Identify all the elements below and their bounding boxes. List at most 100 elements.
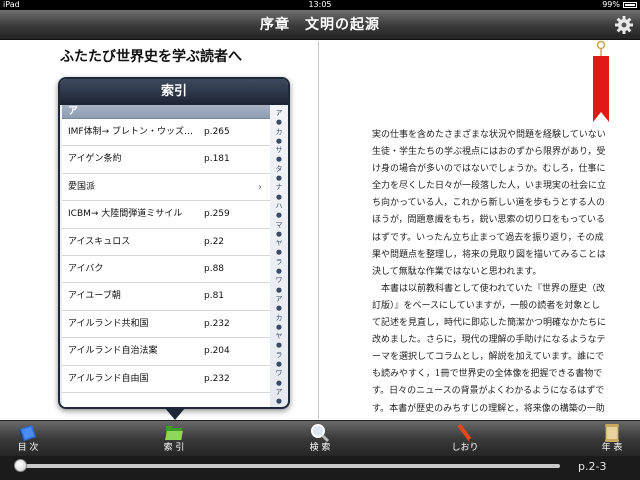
body-line: 全力を尽くした日々が一段落した人，いま現実の社会に立 (372, 181, 607, 192)
rail-letter[interactable]: サ (270, 146, 288, 155)
battery-percent: 99% (602, 0, 620, 9)
rail-letter[interactable]: ラ (270, 258, 288, 267)
index-page-ref: p.265 (204, 127, 230, 137)
toc-button[interactable]: 目 次 (6, 421, 50, 457)
index-row[interactable]: アイスキュロス p.22 (62, 229, 270, 256)
rail-letter[interactable]: ● (270, 304, 288, 313)
rail-letter[interactable]: ア (270, 388, 288, 397)
rail-letter[interactable]: ● (270, 341, 288, 350)
index-row[interactable]: ICBM→ 大陸間弾道ミサイル p.259 (62, 201, 270, 229)
rail-letter[interactable]: ヤ (270, 332, 288, 341)
body-line: ち向かっている人，これから新しい道を歩もうとする人の (372, 198, 606, 209)
rail-letter[interactable]: ● (270, 286, 288, 295)
index-row[interactable]: アイルランド共和国 p.232 (62, 311, 270, 339)
index-rail[interactable]: ア ● カ ● サ ● タ ● ナ ● ハ ● マ ● ヤ ● ラ ● ワ ● ア ● カ ● ヤ ● ラ ● ワ ● ア ● (270, 109, 288, 407)
rail-letter[interactable]: ● (270, 174, 288, 183)
index-row[interactable]: IMF体制→ ブレトン・ウッズ… p.265 (62, 119, 270, 147)
bookmark-ribbon-icon[interactable] (590, 40, 612, 122)
toolbar-label: 年 表 (601, 443, 623, 453)
index-row[interactable]: アイゲン条約 p.181 (62, 146, 270, 174)
gear-icon[interactable] (614, 15, 634, 35)
index-row[interactable]: アイルランド自治法案 p.204 (62, 338, 270, 366)
page-slider-track[interactable] (20, 464, 560, 468)
search-button[interactable]: 検 索 (298, 421, 342, 457)
rail-letter[interactable]: タ (270, 165, 288, 174)
body-line: 果や問題点を整理し，将来の見取り図を描いてみることは (372, 249, 606, 260)
rail-letter[interactable]: ア (270, 109, 288, 118)
rail-letter[interactable]: ア (270, 295, 288, 304)
rail-letter[interactable]: ● (270, 193, 288, 202)
scroll-icon (602, 423, 622, 443)
body-line: ーマを選択してコラムとし，解説を加えています。誰にで (372, 352, 605, 363)
rail-letter[interactable]: ● (270, 155, 288, 164)
rail-letter[interactable]: ● (270, 230, 288, 239)
bottom-toolbar: 目 次 索 引 検 索 しおり 年 表 (0, 420, 640, 456)
timeline-button[interactable]: 年 表 (590, 421, 634, 457)
rail-letter[interactable]: ヤ (270, 239, 288, 248)
rail-letter[interactable]: ナ (270, 183, 288, 192)
rail-letter[interactable]: カ (270, 128, 288, 137)
rail-letter[interactable]: ● (270, 267, 288, 276)
rail-letter[interactable]: ● (270, 397, 288, 406)
toolbar-label: 目 次 (17, 443, 39, 453)
rail-letter[interactable]: ● (270, 137, 288, 146)
pen-icon (455, 423, 475, 443)
index-page-ref: p.22 (204, 236, 225, 247)
rail-letter[interactable]: ワ (270, 369, 288, 378)
index-page-ref: p.81 (204, 291, 225, 302)
index-term: アイユーブ朝 (68, 291, 121, 302)
page-slider-thumb[interactable] (14, 459, 27, 472)
index-page-ref: p.259 (204, 209, 230, 220)
index-row[interactable]: アイルランド自由国 p.232 (62, 366, 270, 393)
index-row[interactable]: 愛国派 › (62, 174, 270, 202)
body-line: 決して無駄な作業ではないと思われます。 (372, 266, 542, 277)
rail-letter[interactable]: カ (270, 314, 288, 323)
index-page-ref: p.232 (204, 318, 230, 329)
rail-letter[interactable]: ハ (270, 202, 288, 211)
index-term: アイバク (68, 263, 104, 274)
toolbar-label: 索 引 (163, 443, 185, 453)
index-term: アイゲン条約 (68, 154, 122, 165)
index-row[interactable]: アイユーブ朝 p.81 (62, 283, 270, 311)
body-line: も読みやすく，1冊で世界史の全体像を把握できる書物で (372, 369, 603, 380)
page-heading: ふたたび世界史を学ぶ読者へ (60, 49, 242, 65)
rail-letter[interactable]: ● (270, 211, 288, 220)
toolbar-label: 検 索 (309, 443, 331, 453)
rail-letter[interactable]: ● (270, 323, 288, 332)
body-line: て記述を見直し，時代に即応した簡潔かつ明確なかたちに (372, 318, 607, 329)
index-term: IMF体制→ ブレトン・ウッズ… (68, 127, 193, 137)
index-term: アイスキュロス (68, 236, 131, 247)
toolbar-label: しおり (451, 443, 479, 453)
chevron-right-icon: › (258, 181, 262, 193)
index-page-ref: p.232 (204, 373, 230, 384)
title-bar: 序章 文明の起源 (0, 10, 640, 40)
body-line: 改めました。さらに，現代の理解の手助けになるようなテ (372, 335, 606, 346)
rail-letter[interactable]: ラ (270, 351, 288, 360)
rail-letter[interactable]: ● (270, 248, 288, 257)
index-page-ref: p.88 (204, 263, 225, 274)
body-line: す。本書が歴史のみちすじの理解と，将来像の構築の一助 (372, 403, 605, 414)
book-icon (18, 423, 38, 443)
rail-letter[interactable]: ワ (270, 276, 288, 285)
battery-icon (623, 2, 637, 8)
rail-letter[interactable]: マ (270, 221, 288, 230)
index-popover: 索引 ア IMF体制→ ブレトン・ウッズ… p.265 アイゲン条約 p.181 愛国派… (58, 77, 290, 409)
rail-letter[interactable]: ● (270, 379, 288, 388)
body-line: ほうが，問題意識をもち，鋭い思索の切り口をもっている (372, 215, 606, 226)
rail-letter[interactable]: ● (270, 118, 288, 127)
index-list[interactable]: IMF体制→ ブレトン・ウッズ… p.265 アイゲン条約 p.181 愛国派 › ICBM… (62, 119, 270, 407)
index-row[interactable]: アイバク p.88 (62, 256, 270, 284)
body-line: 本書は以前教科書として使われていた『世界の歴史（改 (372, 283, 606, 294)
index-term: アイルランド共和国 (68, 318, 149, 329)
body-line: 訂版）』をベースにしていますが，一般の読者を対象とし (372, 300, 601, 311)
bookmarks-button[interactable]: しおり (443, 421, 487, 457)
body-line: 生徒・学生たちの学ぶ視点にはおのずから限界があり，受 (372, 147, 606, 158)
clock: 13:05 (308, 0, 332, 9)
body-line: 実の仕事を含めたさまざまな状況や問題を経験していない (372, 130, 606, 140)
index-term: 愛国派 (68, 181, 96, 192)
index-button[interactable]: 索 引 (152, 421, 196, 457)
index-page-ref: p.181 (204, 154, 230, 165)
rail-letter[interactable]: ● (270, 360, 288, 369)
section-header: ア (62, 105, 270, 119)
body-line: け身の場合が多いのではないでしょうか。むしろ，仕事に (372, 164, 606, 175)
